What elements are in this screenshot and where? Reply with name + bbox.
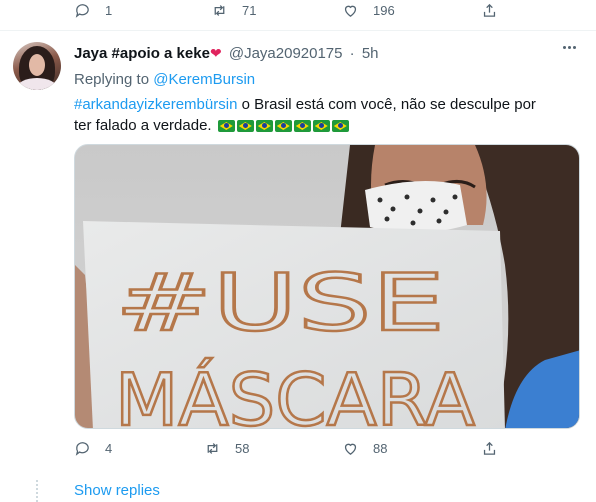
tweet-photo[interactable]: #USE MÁSCARA	[74, 144, 580, 429]
retweet-button[interactable]: 58	[204, 440, 249, 457]
reply-count: 4	[105, 441, 113, 456]
hashtag-link[interactable]: #arkandayizkerembürsin	[74, 96, 237, 113]
share-button[interactable]	[481, 440, 498, 457]
share-icon	[483, 441, 496, 455]
sign-line-2: MÁSCARA	[115, 358, 475, 429]
tweet-time[interactable]: 5h	[362, 45, 379, 62]
retweet-icon	[207, 443, 218, 454]
share-icon	[483, 3, 496, 17]
reply-icon	[75, 4, 89, 18]
previous-tweet-actions: 1 71 196	[74, 0, 504, 22]
retweet-icon	[214, 5, 225, 16]
replying-label: Replying to	[74, 71, 150, 88]
like-icon	[344, 443, 357, 455]
like-count: 88	[373, 441, 388, 456]
prev-retweet-count: 71	[242, 3, 257, 18]
show-replies-link[interactable]: Show replies	[74, 482, 160, 499]
like-button[interactable]: 88	[342, 440, 387, 457]
reply-icon	[75, 442, 89, 456]
prev-like-button[interactable]: 196	[342, 2, 395, 19]
photo-content: #USE MÁSCARA	[75, 145, 579, 429]
heart-emoji: ❤	[209, 45, 222, 61]
brazil-flag-emoji	[293, 120, 311, 133]
brazil-flag-emojis	[217, 120, 349, 133]
time-separator: ·	[349, 45, 355, 62]
reply-button[interactable]: 4	[74, 440, 112, 457]
user-handle[interactable]: @Jaya20920175	[229, 45, 343, 62]
display-name[interactable]: Jaya #apoio a keke	[74, 45, 210, 62]
brazil-flag-emoji	[312, 120, 330, 133]
brazil-flag-emoji	[331, 120, 349, 133]
tweet-text: #arkandayizkerembürsin o Brasil está com…	[74, 94, 554, 136]
replying-to-link[interactable]: @KeremBursin	[153, 71, 255, 88]
sign-line-1: #USE	[115, 259, 445, 349]
prev-reply-count: 1	[105, 3, 113, 18]
tweet-divider	[0, 30, 596, 31]
prev-retweet-button[interactable]: 71	[211, 2, 256, 19]
brazil-flag-emoji	[274, 120, 292, 133]
like-icon	[344, 5, 357, 17]
brazil-flag-emoji	[236, 120, 254, 133]
tweet-actions: 4 58 88	[74, 440, 504, 462]
brazil-flag-emoji	[255, 120, 273, 133]
avatar[interactable]	[13, 42, 61, 90]
replying-to: Replying to @KeremBursin	[74, 71, 255, 88]
more-icon[interactable]	[563, 46, 576, 49]
prev-share-button[interactable]	[481, 2, 498, 19]
prev-like-count: 196	[373, 3, 395, 18]
prev-reply-button[interactable]: 1	[74, 2, 112, 19]
retweet-count: 58	[235, 441, 250, 456]
thread-line	[36, 480, 38, 502]
tweet-header: Jaya #apoio a keke❤ @Jaya20920175 · 5h	[74, 45, 379, 62]
brazil-flag-emoji	[217, 120, 235, 133]
